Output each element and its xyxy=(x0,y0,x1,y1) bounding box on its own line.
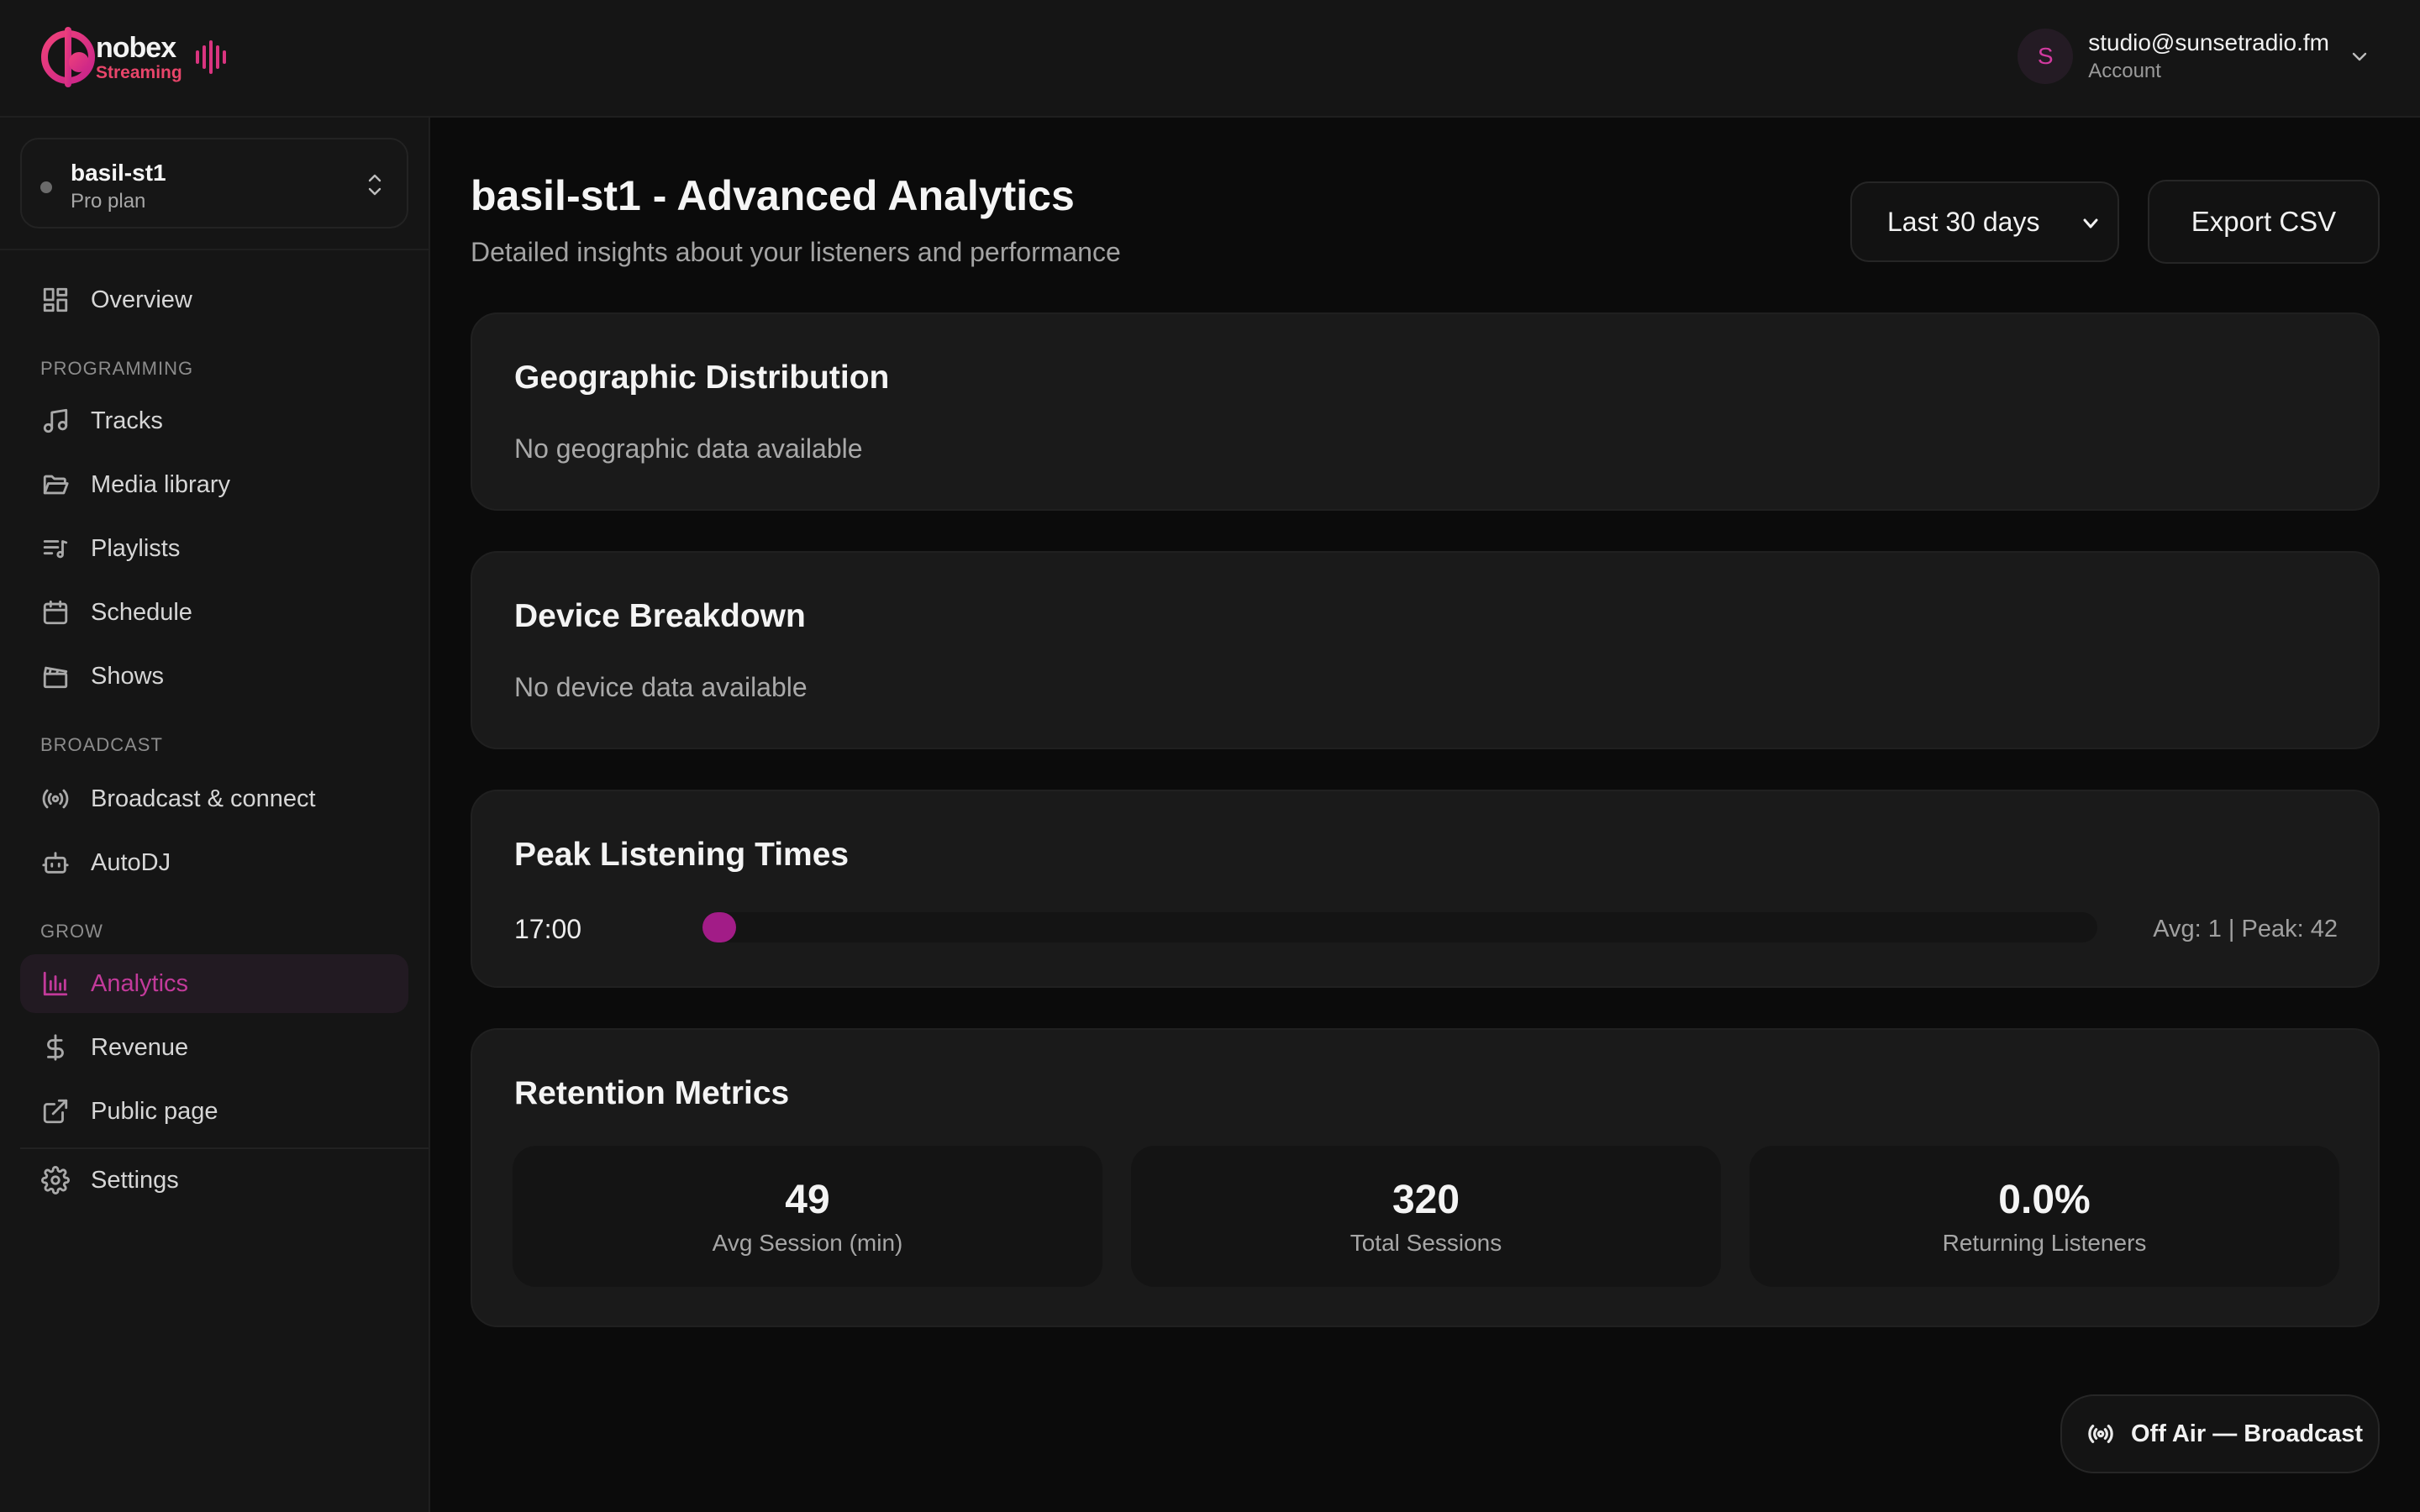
logo-mark-icon xyxy=(41,27,95,87)
sidebar-divider xyxy=(20,1147,429,1149)
metric-label: Total Sessions xyxy=(1349,1229,1502,1256)
avatar: S xyxy=(2018,29,2074,84)
metric-avg-session: 49 Avg Session (min) xyxy=(513,1146,1102,1287)
account-menu[interactable]: S studio@sunsetradio.fm Account xyxy=(2018,29,2370,84)
peak-stats: Avg: 1 | Peak: 42 xyxy=(2153,916,2338,942)
export-csv-button[interactable]: Export CSV xyxy=(2148,180,2380,264)
sidebar-item-label: Playlists xyxy=(91,534,181,562)
external-link-icon xyxy=(40,1096,71,1126)
sidebar-item-label: Analytics xyxy=(91,969,189,997)
retention-metrics-card: Retention Metrics 49 Avg Session (min) 3… xyxy=(471,1028,2380,1327)
section-broadcast: BROADCAST xyxy=(40,734,163,755)
sidebar-item-label: Schedule xyxy=(91,598,192,626)
peak-bar-fill xyxy=(702,912,736,942)
broadcast-button-label: Off Air — Broadcast xyxy=(2131,1420,2364,1447)
device-breakdown-card: Device Breakdown No device data availabl… xyxy=(471,551,2380,749)
sidebar: basil-st1 Pro plan Overview PROGRAMMING … xyxy=(0,118,430,1512)
empty-state-text: No geographic data available xyxy=(514,433,863,464)
page-subtitle: Detailed insights about your listeners a… xyxy=(471,237,1121,267)
card-title: Peak Listening Times xyxy=(514,837,850,873)
date-range-select[interactable]: Last 30 days xyxy=(1850,181,2119,262)
music-note-icon xyxy=(40,406,71,436)
playlist-icon xyxy=(40,533,71,564)
sidebar-item-label: Public page xyxy=(91,1097,218,1125)
sidebar-item-schedule[interactable]: Schedule xyxy=(20,583,408,642)
empty-state-text: No device data available xyxy=(514,672,808,702)
geographic-distribution-card: Geographic Distribution No geographic da… xyxy=(471,312,2380,511)
sidebar-item-public-page[interactable]: Public page xyxy=(20,1082,408,1141)
page-title: basil-st1 - Advanced Analytics xyxy=(471,172,1075,219)
sidebar-item-overview[interactable]: Overview xyxy=(20,270,408,329)
brand-name: nobex xyxy=(96,31,176,64)
sidebar-item-analytics[interactable]: Analytics xyxy=(20,954,408,1013)
station-switcher[interactable]: basil-st1 Pro plan xyxy=(20,138,408,228)
dollar-icon xyxy=(40,1032,71,1063)
sidebar-item-label: Settings xyxy=(91,1166,179,1194)
chevron-down-icon xyxy=(2083,218,2098,228)
metric-returning-listeners: 0.0% Returning Listeners xyxy=(1749,1146,2339,1287)
brand-logo[interactable]: nobex Streaming xyxy=(40,22,228,92)
metric-label: Returning Listeners xyxy=(1942,1229,2147,1256)
sidebar-item-settings[interactable]: Settings xyxy=(20,1151,408,1210)
sidebar-item-autodj[interactable]: AutoDJ xyxy=(20,833,408,892)
card-title: Geographic Distribution xyxy=(514,360,890,396)
account-email: studio@sunsetradio.fm xyxy=(2088,29,2329,55)
chevron-up-down-icon xyxy=(368,174,381,196)
station-plan: Pro plan xyxy=(71,190,146,213)
peak-bar-track xyxy=(702,912,2097,942)
sidebar-item-playlists[interactable]: Playlists xyxy=(20,519,408,578)
date-range-value: Last 30 days xyxy=(1887,206,2040,237)
gear-icon xyxy=(40,1165,71,1195)
sidebar-item-media-library[interactable]: Media library xyxy=(20,455,408,514)
folder-open-icon xyxy=(40,470,71,500)
audio-wave-icon xyxy=(195,40,226,74)
section-grow: GROW xyxy=(40,921,103,942)
sidebar-item-label: Shows xyxy=(91,662,165,690)
calendar-icon xyxy=(40,597,71,627)
metric-label: Avg Session (min) xyxy=(712,1229,903,1256)
sidebar-item-label: Overview xyxy=(91,286,192,313)
sidebar-item-label: AutoDJ xyxy=(91,848,171,876)
sidebar-divider xyxy=(0,249,429,250)
broadcast-icon xyxy=(2088,1425,2113,1443)
sidebar-item-broadcast-connect[interactable]: Broadcast & connect xyxy=(20,769,408,828)
station-name: basil-st1 xyxy=(71,160,166,186)
section-programming: PROGRAMMING xyxy=(40,358,194,379)
sidebar-item-label: Broadcast & connect xyxy=(91,785,316,812)
metric-value: 49 xyxy=(785,1177,830,1222)
sidebar-item-label: Media library xyxy=(91,470,230,498)
chevron-down-icon xyxy=(2352,52,2367,61)
card-title: Device Breakdown xyxy=(514,598,806,634)
top-bar: nobex Streaming S studio@sunsetradio.fm … xyxy=(0,0,2420,118)
peak-listening-times-card: Peak Listening Times 17:00 Avg: 1 | Peak… xyxy=(471,790,2380,988)
dashboard-icon xyxy=(40,285,71,315)
sidebar-item-tracks[interactable]: Tracks xyxy=(20,391,408,450)
metric-total-sessions: 320 Total Sessions xyxy=(1131,1146,1721,1287)
metric-value: 320 xyxy=(1392,1177,1460,1222)
metric-value: 0.0% xyxy=(1998,1177,2091,1222)
clapperboard-icon xyxy=(40,661,71,691)
broadcast-icon xyxy=(40,784,71,814)
sidebar-item-label: Revenue xyxy=(91,1033,189,1061)
card-title: Retention Metrics xyxy=(514,1075,790,1111)
bar-chart-icon xyxy=(40,969,71,999)
sidebar-item-revenue[interactable]: Revenue xyxy=(20,1018,408,1077)
brand-subname: Streaming xyxy=(96,62,182,82)
off-air-broadcast-button[interactable]: Off Air — Broadcast xyxy=(2060,1394,2380,1473)
sidebar-item-shows[interactable]: Shows xyxy=(20,647,408,706)
peak-time-label: 17:00 xyxy=(514,914,582,944)
station-status-dot xyxy=(40,181,52,193)
account-label: Account xyxy=(2088,60,2161,82)
sidebar-item-label: Tracks xyxy=(91,407,163,434)
robot-icon xyxy=(40,848,71,878)
